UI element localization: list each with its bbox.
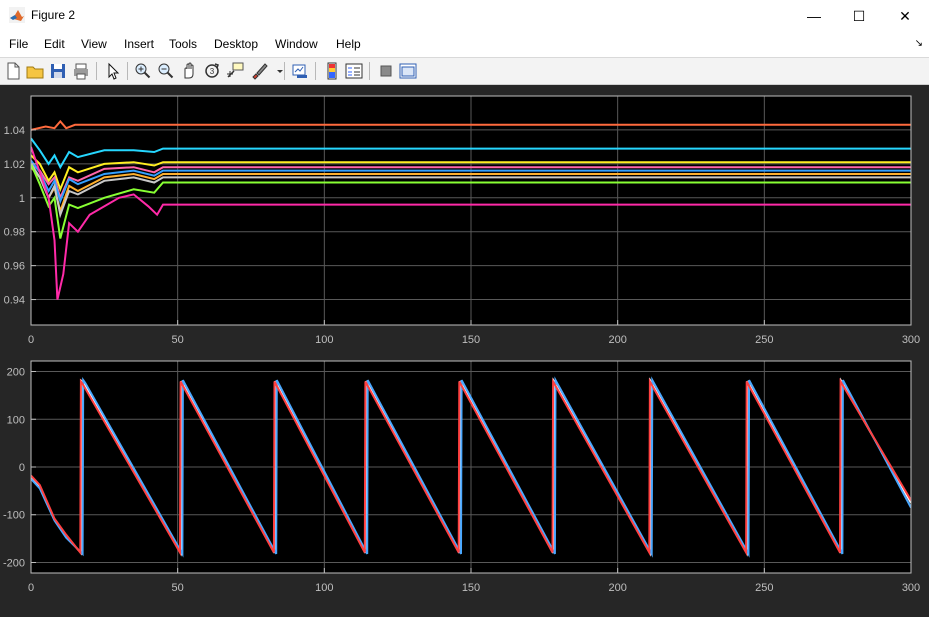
axes-1-x-tick-label: 100 (315, 334, 333, 346)
axes-2-y-tick-label: 0 (19, 462, 25, 474)
link-plot-icon[interactable] (290, 61, 310, 81)
axes-1-x-tick-label: 50 (172, 334, 184, 346)
data-cursor-icon[interactable] (225, 61, 245, 81)
axes-2-x-tick-label: 100 (315, 582, 333, 594)
figure-toolbar: 3 (0, 57, 929, 85)
axes-1-x-tick-label: 0 (28, 334, 34, 346)
menu-bar: File Edit View Insert Tools Desktop Wind… (0, 32, 929, 56)
toolbar-separator (315, 62, 316, 80)
hide-plot-tools-icon[interactable] (376, 61, 396, 81)
axes-1-y-tick-label: 0.98 (4, 227, 25, 239)
axes-1-x-tick-label: 150 (462, 334, 480, 346)
title-bar: Figure 2 — ☐ ✕ (0, 0, 929, 32)
open-file-icon[interactable] (25, 61, 45, 81)
menu-desktop[interactable]: Desktop (214, 37, 258, 51)
zoom-out-icon[interactable] (156, 61, 176, 81)
window-title: Figure 2 (31, 8, 76, 22)
maximize-button[interactable]: ☐ (836, 0, 882, 32)
axes-1-y-tick-label: 0.94 (4, 295, 25, 307)
menu-help[interactable]: Help (336, 37, 361, 51)
brush-dropdown-icon[interactable] (270, 61, 283, 81)
menu-insert[interactable]: Insert (124, 37, 154, 51)
axes-1-y-tick-label: 1.02 (4, 159, 25, 171)
axes-2-x-tick-label: 250 (755, 582, 773, 594)
axes-2-y-tick-label: -100 (3, 510, 25, 522)
zoom-in-icon[interactable] (133, 61, 153, 81)
figure-plots[interactable]: 0 50 100 150 200 250 300 0.94 0.96 0.98 1 1.02 1.04 0… (0, 85, 929, 617)
axes-2-y-tick-label: 200 (7, 367, 25, 379)
dock-arrow-icon[interactable]: ↘ (915, 38, 923, 49)
axes-2-x-tick-label: 300 (902, 582, 920, 594)
toolbar-separator (369, 62, 370, 80)
matlab-logo-icon (9, 7, 25, 23)
axes-1-x-tick-label: 200 (608, 334, 626, 346)
select-arrow-icon[interactable] (103, 61, 123, 81)
insert-legend-icon[interactable] (344, 61, 364, 81)
axes-1-x-tick-label: 250 (755, 334, 773, 346)
axes-2-x-tick-label: 0 (28, 582, 34, 594)
axes-2-y-tick-label: -200 (3, 557, 25, 569)
insert-colorbar-icon[interactable] (322, 61, 342, 81)
menu-edit[interactable]: Edit (44, 37, 65, 51)
menu-tools[interactable]: Tools (169, 37, 197, 51)
menu-view[interactable]: View (81, 37, 107, 51)
axes-2-x-tick-label: 150 (462, 582, 480, 594)
print-icon[interactable] (71, 61, 91, 81)
toolbar-separator (96, 62, 97, 80)
new-figure-icon[interactable] (3, 61, 23, 81)
axes-1-y-tick-label: 1 (19, 193, 25, 205)
menu-window[interactable]: Window (275, 37, 318, 51)
rotate-3d-icon[interactable]: 3 (202, 61, 222, 81)
axes-1-x-tick-label: 300 (902, 334, 920, 346)
axes-1-y-tick-label: 0.96 (4, 261, 25, 273)
show-plot-tools-icon[interactable] (398, 61, 418, 81)
menu-file[interactable]: File (9, 37, 28, 51)
brush-icon[interactable] (249, 61, 269, 81)
close-button[interactable]: ✕ (882, 0, 928, 32)
toolbar-separator (127, 62, 128, 80)
svg-text:3: 3 (210, 67, 215, 76)
toolbar-separator (284, 62, 285, 80)
pan-hand-icon[interactable] (179, 61, 199, 81)
axes-2-y-tick-label: 100 (7, 414, 25, 426)
axes-2-x-tick-label: 50 (172, 582, 184, 594)
axes-1-y-tick-label: 1.04 (4, 125, 25, 137)
minimize-button[interactable]: — (791, 0, 837, 32)
save-icon[interactable] (48, 61, 68, 81)
axes-2-x-tick-label: 200 (608, 582, 626, 594)
